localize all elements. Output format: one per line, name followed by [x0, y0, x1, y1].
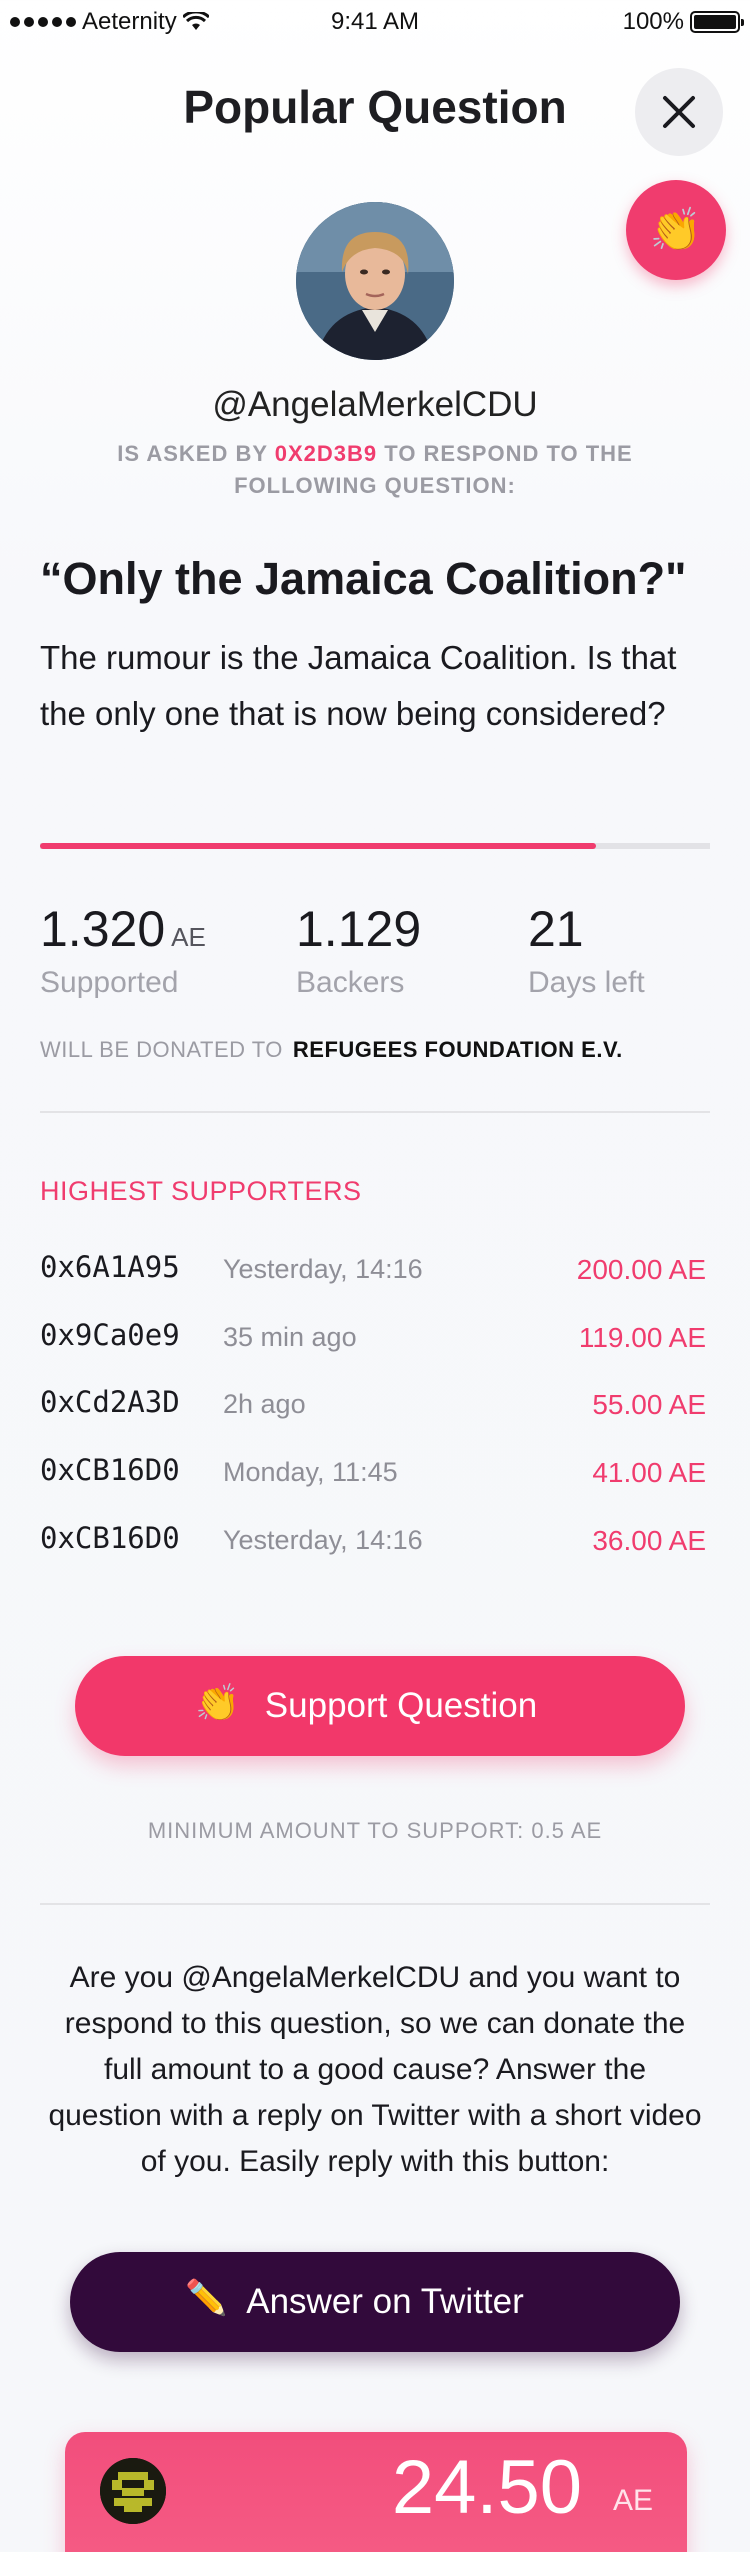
answer-on-twitter-button[interactable]: ✏️ Answer on Twitter	[70, 2252, 680, 2352]
funding-progress-fill	[40, 843, 597, 849]
supporter-row[interactable]: 0xCB16D0 Monday, 11:45 41.00 AE	[40, 1453, 710, 1493]
supporter-address: 0xCB16D0	[40, 1453, 180, 1487]
supporter-amount: 36.00 AE	[592, 1525, 706, 1556]
supporter-amount: 55.00 AE	[592, 1389, 706, 1420]
asked-prefix: IS ASKED BY	[117, 441, 268, 466]
stat-backers: 1.129 Backers	[296, 900, 421, 1000]
avatar	[296, 202, 454, 360]
stat-days-left: 21 Days left	[528, 900, 645, 1000]
supporter-address: 0x6A1A95	[40, 1250, 180, 1284]
backers-label: Backers	[296, 966, 405, 999]
clapping-hands-icon: 👏	[649, 205, 703, 253]
backers-value: 1.129	[296, 901, 422, 957]
supporter-row[interactable]: 0xCB16D0 Yesterday, 14:16 36.00 AE	[40, 1521, 710, 1561]
supported-unit: AE	[171, 922, 206, 952]
question-body: The rumour is the Jamaica Coalition. Is …	[40, 639, 677, 732]
battery-status: 100%	[622, 8, 744, 36]
close-button[interactable]	[635, 68, 723, 156]
question-title: “Only the Jamaica Coalition?"	[40, 553, 687, 604]
supporter-time: Yesterday, 14:16	[223, 1525, 423, 1555]
supporter-row[interactable]: 0x6A1A95 Yesterday, 14:16 200.00 AE	[40, 1250, 710, 1290]
status-bar: Aeternity 9:41 AM 100%	[0, 0, 750, 44]
support-button-label: Support Question	[264, 1686, 538, 1725]
supporter-row[interactable]: 0xCd2A3D 2h ago 55.00 AE	[40, 1385, 710, 1425]
supporter-address: 0x9Ca0e9	[40, 1318, 180, 1352]
battery-percent: 100%	[622, 8, 684, 35]
supporter-time: 2h ago	[223, 1389, 306, 1419]
highest-supporters-title: HIGHEST SUPPORTERS	[40, 1176, 362, 1206]
divider	[40, 1903, 710, 1905]
clap-button[interactable]: 👏	[626, 180, 726, 280]
supporter-time: 35 min ago	[223, 1322, 357, 1352]
twitter-button-label: Answer on Twitter	[246, 2282, 524, 2321]
supporter-time: Monday, 11:45	[223, 1457, 398, 1487]
funding-progress-bar	[40, 843, 710, 849]
battery-icon	[690, 11, 744, 33]
supported-value: 1.320	[40, 901, 166, 957]
supporter-amount: 119.00 AE	[578, 1322, 706, 1353]
respond-instructions: Are you @AngelaMerkelCDU and you want to…	[48, 1961, 702, 2178]
supporter-row[interactable]: 0x9Ca0e9 35 min ago 119.00 AE	[40, 1318, 710, 1358]
divider	[40, 1111, 710, 1113]
supporter-amount: 200.00 AE	[576, 1254, 706, 1285]
supporter-address: 0xCd2A3D	[40, 1385, 180, 1419]
minimum-amount-note: MINIMUM AMOUNT TO SUPPORT: 0.5 AE	[147, 1818, 603, 1843]
profile-handle: @AngelaMerkelCDU	[212, 385, 538, 424]
amount-unit: AE	[612, 2484, 653, 2517]
amount-card[interactable]: 24.50 AE	[65, 2432, 687, 2552]
supported-label: Supported	[40, 966, 179, 999]
support-question-button[interactable]: 👏 Support Question	[75, 1656, 685, 1756]
amount-value: 24.50	[391, 2445, 582, 2530]
donation-prefix: WILL BE DONATED TO	[40, 1037, 283, 1062]
close-icon	[663, 96, 695, 128]
donation-recipient[interactable]: REFUGEES FOUNDATION E.V.	[293, 1037, 623, 1062]
days-left-label: Days left	[528, 966, 645, 999]
donation-info: WILL BE DONATED TO REFUGEES FOUNDATION E.…	[40, 1037, 623, 1063]
asker-address[interactable]: 0X2D3B9	[275, 441, 377, 466]
pencil-icon: ✏️	[185, 2279, 228, 2317]
supporter-address: 0xCB16D0	[40, 1521, 180, 1555]
supporter-amount: 41.00 AE	[592, 1457, 706, 1488]
identicon-icon	[100, 2458, 166, 2524]
asked-by-text: IS ASKED BY 0X2D3B9 TO RESPOND TO THE FO…	[110, 438, 640, 502]
days-left-value: 21	[528, 901, 584, 957]
avatar-portrait	[296, 202, 454, 360]
stat-supported: 1.320 AE Supported	[40, 900, 206, 1000]
identicon-avatar	[100, 2458, 166, 2524]
supporter-time: Yesterday, 14:16	[223, 1254, 423, 1284]
clapping-hands-icon: 👏	[195, 1682, 240, 1723]
